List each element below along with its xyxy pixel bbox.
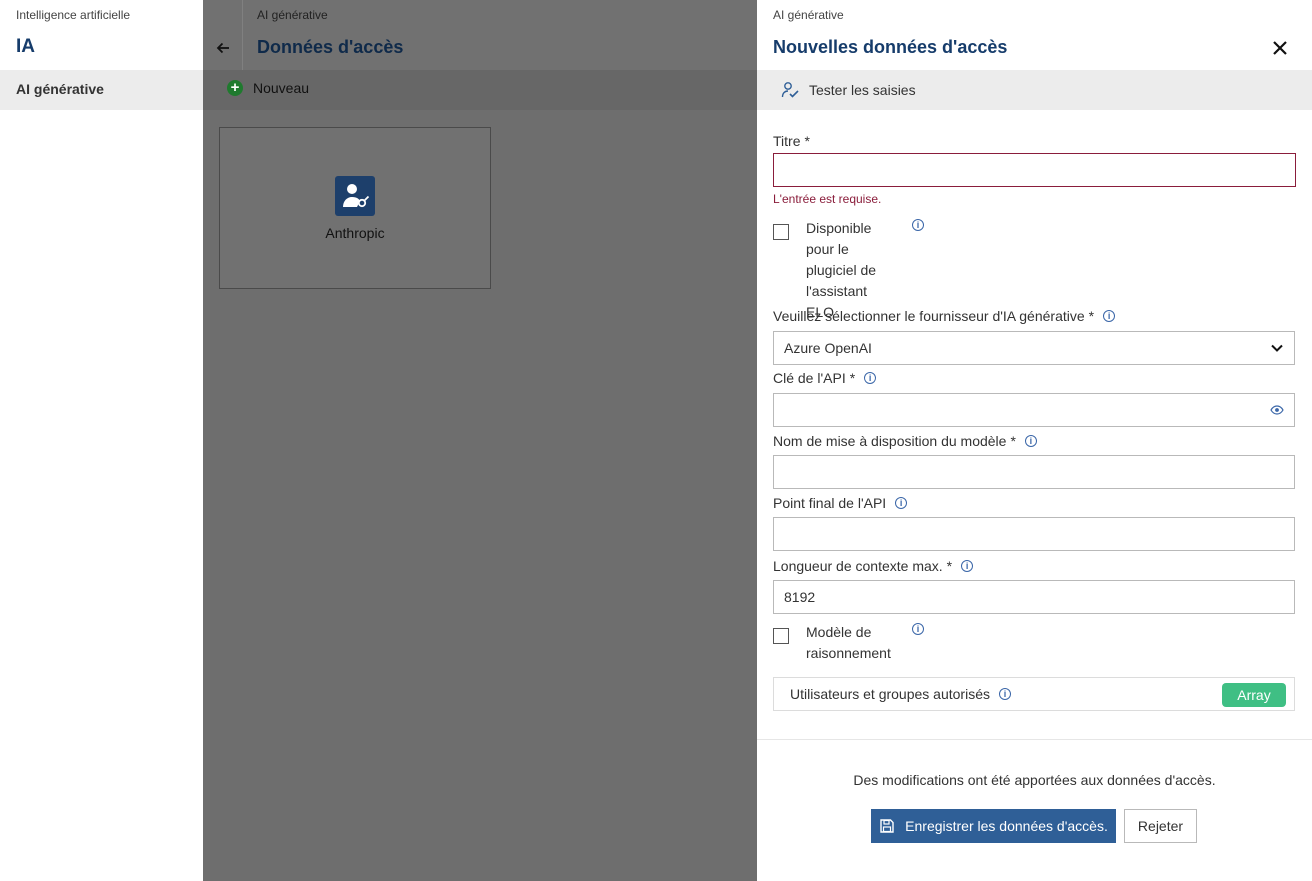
- required-mark: *: [804, 133, 810, 149]
- close-icon: [1273, 41, 1287, 55]
- person-key-icon: [335, 176, 375, 216]
- array-badge: Array: [1222, 683, 1286, 707]
- reasoning-model-checkbox-row[interactable]: Modèle de raisonnement i: [773, 622, 924, 664]
- save-button[interactable]: Enregistrer les données d'accès.: [871, 809, 1116, 843]
- plugin-availability-checkbox[interactable]: [773, 224, 789, 240]
- api-key-label-text: Clé de l'API: [773, 370, 846, 386]
- content-title: Données d'accès: [257, 37, 404, 57]
- provider-select[interactable]: Azure OpenAI: [773, 331, 1295, 365]
- required-mark: *: [946, 558, 953, 574]
- endpoint-input[interactable]: [773, 517, 1295, 551]
- title-error-message: L'entrée est requise.: [773, 192, 882, 206]
- provider-label-text: Veuillez sélectionner le fournisseur d'I…: [773, 308, 1085, 324]
- test-inputs-button[interactable]: Tester les saisies: [781, 81, 916, 99]
- api-key-input[interactable]: [773, 393, 1295, 427]
- endpoint-label-text: Point final de l'API: [773, 495, 887, 511]
- content-area-dimmed: AI générative Données d'accès + Nouveau …: [203, 0, 757, 881]
- left-navigation: Intelligence artificielle IA AI générati…: [0, 0, 203, 881]
- authorized-users-label: Utilisateurs et groupes autorisés i: [790, 686, 1011, 702]
- info-icon[interactable]: i: [1103, 310, 1116, 322]
- tile-label: Anthropic: [325, 225, 385, 241]
- panel-breadcrumb[interactable]: AI générative: [773, 8, 844, 22]
- content-toolbar: + Nouveau: [203, 70, 757, 110]
- title-input[interactable]: [773, 153, 1296, 187]
- title-field-label: Titre *: [773, 133, 810, 149]
- unsaved-changes-notice: Des modifications ont été apportées aux …: [853, 772, 1216, 788]
- authorized-users-label-text: Utilisateurs et groupes autorisés: [790, 686, 990, 702]
- info-icon[interactable]: i: [864, 372, 877, 384]
- person-check-icon: [781, 82, 799, 98]
- info-icon[interactable]: i: [999, 688, 1011, 700]
- context-length-label: Longueur de contexte max. * i: [773, 558, 974, 574]
- info-icon[interactable]: i: [912, 623, 924, 635]
- deployment-name-label: Nom de mise à disposition du modèle * i: [773, 433, 1037, 449]
- credential-tile-anthropic[interactable]: Anthropic: [219, 127, 491, 289]
- content-breadcrumb[interactable]: AI générative: [257, 8, 328, 22]
- arrow-left-icon: [216, 42, 229, 54]
- context-length-input[interactable]: [773, 580, 1295, 614]
- info-icon[interactable]: i: [912, 219, 924, 231]
- sidebar-item-generative-ai[interactable]: AI générative: [0, 70, 203, 110]
- panel-toolbar: Tester les saisies: [757, 70, 1312, 110]
- left-title: IA: [16, 36, 35, 57]
- left-breadcrumb[interactable]: Intelligence artificielle: [16, 8, 130, 22]
- authorized-users-row[interactable]: Utilisateurs et groupes autorisés i Array: [773, 677, 1295, 711]
- new-button-label: Nouveau: [253, 80, 310, 96]
- header-divider: [242, 0, 243, 70]
- chevron-down-icon: [1271, 344, 1283, 352]
- footer-divider: [757, 739, 1312, 740]
- required-mark: *: [1088, 308, 1095, 324]
- required-mark: *: [849, 370, 856, 386]
- reasoning-model-checkbox[interactable]: [773, 628, 789, 644]
- title-label-text: Titre: [773, 133, 801, 149]
- provider-label: Veuillez sélectionner le fournisseur d'I…: [773, 308, 1116, 324]
- panel-title: Nouvelles données d'accès: [773, 37, 1008, 57]
- context-length-label-text: Longueur de contexte max.: [773, 558, 943, 574]
- reject-button[interactable]: Rejeter: [1124, 809, 1197, 843]
- eye-icon[interactable]: [1270, 404, 1284, 416]
- save-button-label: Enregistrer les données d'accès.: [905, 818, 1108, 834]
- deployment-name-input[interactable]: [773, 455, 1295, 489]
- info-icon[interactable]: i: [895, 497, 908, 509]
- info-icon[interactable]: i: [961, 560, 974, 572]
- new-button[interactable]: + Nouveau: [227, 80, 309, 96]
- new-credentials-panel: AI générative Nouvelles données d'accès …: [757, 0, 1312, 881]
- required-mark: *: [1010, 433, 1016, 449]
- plus-circle-icon: +: [227, 80, 243, 96]
- provider-selected-value: Azure OpenAI: [784, 340, 872, 356]
- test-inputs-label: Tester les saisies: [809, 82, 916, 98]
- info-icon[interactable]: i: [1024, 435, 1037, 447]
- back-button[interactable]: [203, 28, 243, 68]
- endpoint-label: Point final de l'API i: [773, 495, 908, 511]
- floppy-disk-icon: [880, 819, 894, 833]
- reasoning-model-label: Modèle de raisonnement: [806, 624, 891, 661]
- close-button[interactable]: [1270, 38, 1290, 58]
- deployment-name-label-text: Nom de mise à disposition du modèle: [773, 433, 1007, 449]
- api-key-label: Clé de l'API * i: [773, 370, 877, 386]
- content-header: AI générative Données d'accès: [203, 0, 757, 70]
